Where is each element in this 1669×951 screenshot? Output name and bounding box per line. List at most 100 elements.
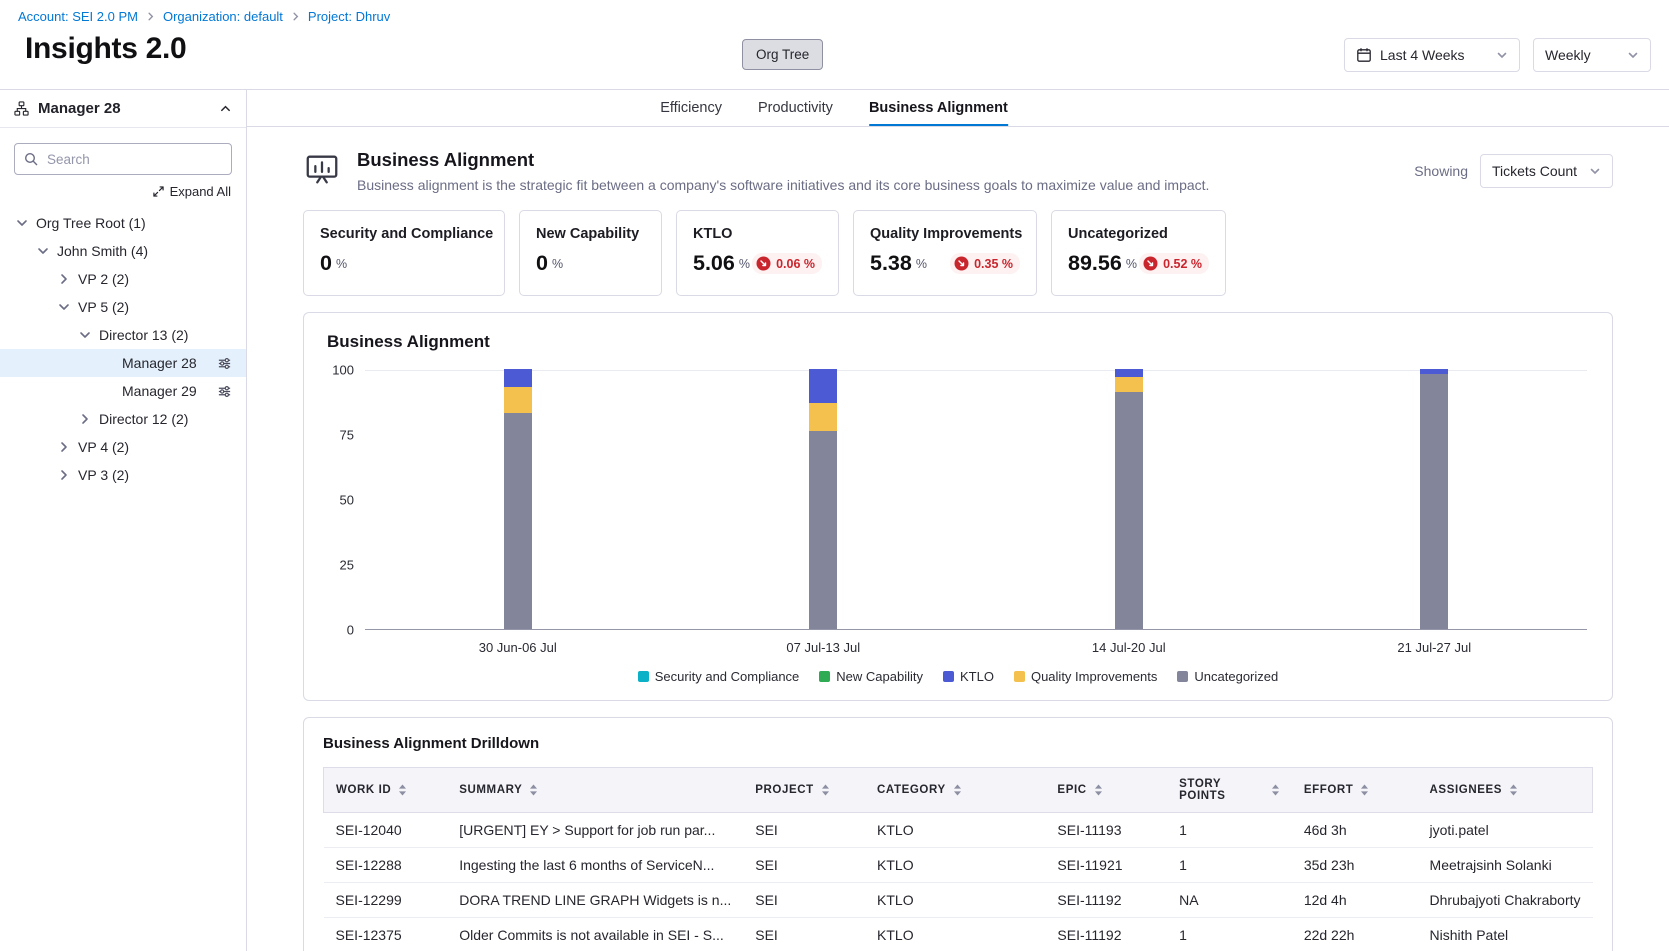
cell-story-points: 1 [1167,813,1292,848]
tree-item-manager-29[interactable]: Manager 29 [0,377,246,405]
sort-icon[interactable] [821,784,830,796]
chevron-up-icon[interactable] [219,102,232,115]
presentation-chart-icon [303,151,343,189]
tree-item-manager-28[interactable]: Manager 28 [0,349,246,377]
tree-item-label: VP 5 (2) [78,299,129,315]
tree-item-vp-3-2[interactable]: VP 3 (2) [0,461,246,489]
tree-item-vp-4-2[interactable]: VP 4 (2) [0,433,246,461]
bar-segment-ktlo[interactable] [809,369,837,403]
tree-item-vp-2-2[interactable]: VP 2 (2) [0,265,246,293]
stat-card-unit: % [739,257,750,271]
column-header-summary[interactable]: SUMMARY [447,768,743,813]
search-input[interactable] [45,151,222,168]
column-header-epic[interactable]: EPIC [1045,768,1167,813]
date-range-select[interactable]: Last 4 Weeks [1344,38,1520,72]
legend-item-security-and-compliance[interactable]: Security and Compliance [638,669,800,684]
stat-card-security-and-compliance: Security and Compliance0% [303,210,505,296]
cell-project: SEI [743,813,865,848]
stat-card-unit: % [1126,257,1137,271]
chevron-down-icon[interactable] [37,245,49,257]
tree-item-label: Org Tree Root (1) [36,215,146,231]
stat-card-title: KTLO [693,226,822,242]
filter-icon[interactable] [217,384,232,399]
breadcrumb-link-organization-default[interactable]: Organization: default [163,9,283,24]
bar-segment-uncategorized[interactable] [1420,374,1448,629]
table-row: SEI-12375Older Commits is not available … [324,918,1593,951]
tree-item-vp-5-2[interactable]: VP 5 (2) [0,293,246,321]
bar-segment-ktlo[interactable] [504,369,532,387]
bar-segment-quality-improvements[interactable] [809,403,837,432]
stat-card-title: New Capability [536,226,645,242]
sort-icon[interactable] [1271,784,1280,796]
org-tree-button[interactable]: Org Tree [742,39,823,70]
tree-item-org-tree-root-1[interactable]: Org Tree Root (1) [0,209,246,237]
page-header: Account: SEI 2.0 PM Organization: default… [0,0,1669,90]
chevron-down-icon[interactable] [58,301,70,313]
showing-select[interactable]: Tickets Count [1480,154,1613,188]
cell-story-points: NA [1167,883,1292,918]
stacked-bar-21-jul-27-jul [1420,369,1448,629]
sort-icon[interactable] [1094,784,1103,796]
column-header-category[interactable]: CATEGORY [865,768,1045,813]
legend-item-new-capability[interactable]: New Capability [819,669,923,684]
legend-label: Quality Improvements [1031,669,1157,684]
column-header-work-id[interactable]: WORK ID [324,768,448,813]
chevron-right-icon[interactable] [79,413,91,425]
legend-swatch [1014,671,1025,682]
chevron-down-icon[interactable] [79,329,91,341]
cell-epic: SEI-11192 [1045,918,1167,951]
column-header-story-points[interactable]: STORY POINTS [1167,768,1292,813]
column-header-label: EFFORT [1304,784,1354,796]
legend-item-uncategorized[interactable]: Uncategorized [1177,669,1278,684]
stat-card-value: 5.38 [870,251,912,276]
sort-icon[interactable] [529,784,538,796]
cell-epic: SEI-11193 [1045,813,1167,848]
cell-category: KTLO [865,918,1045,951]
breadcrumb-link-project-dhruv[interactable]: Project: Dhruv [308,9,390,24]
column-header-assignees[interactable]: ASSIGNEES [1418,768,1593,813]
chevron-down-icon[interactable] [16,217,28,229]
x-axis-label: 30 Jun-06 Jul [365,640,671,655]
sort-icon[interactable] [1509,784,1518,796]
granularity-select[interactable]: Weekly [1533,38,1651,72]
tab-productivity[interactable]: Productivity [758,90,833,126]
tab-efficiency[interactable]: Efficiency [660,90,722,126]
column-header-label: WORK ID [336,784,391,796]
drilldown-title: Business Alignment Drilldown [323,735,1593,752]
legend-item-quality-improvements[interactable]: Quality Improvements [1014,669,1157,684]
bar-segment-ktlo[interactable] [1115,369,1143,377]
filter-icon[interactable] [217,356,232,371]
tree-item-director-12-2[interactable]: Director 12 (2) [0,405,246,433]
cell-project: SEI [743,918,865,951]
tab-business-alignment[interactable]: Business Alignment [869,90,1008,126]
stat-card-value: 5.06 [693,251,735,276]
bar-segment-quality-improvements[interactable] [1115,377,1143,393]
gridline [365,370,1587,371]
tree-item-john-smith-4[interactable]: John Smith (4) [0,237,246,265]
bar-segment-uncategorized[interactable] [504,413,532,629]
chevron-right-icon [145,11,156,22]
legend-item-ktlo[interactable]: KTLO [943,669,994,684]
sort-icon[interactable] [398,784,407,796]
stat-cards: Security and Compliance0%New Capability0… [303,210,1613,296]
chevron-down-icon [1496,49,1508,61]
sort-icon[interactable] [953,784,962,796]
drilldown-table: WORK ID SUMMARYPROJECTCATEGORYEPICSTORY P… [323,767,1593,951]
sort-icon[interactable] [1360,784,1369,796]
chevron-right-icon[interactable] [58,273,70,285]
chevron-right-icon[interactable] [58,441,70,453]
bar-segment-uncategorized[interactable] [809,431,837,629]
bar-segment-quality-improvements[interactable] [504,387,532,413]
stacked-bar-30-jun-06-jul [504,369,532,629]
tree-item-label: Director 13 (2) [99,327,188,343]
expand-icon [153,186,164,197]
y-axis-tick: 0 [347,623,354,638]
chevron-right-icon[interactable] [58,469,70,481]
breadcrumb-link-account-sei-2-0-pm[interactable]: Account: SEI 2.0 PM [18,9,138,24]
expand-all-button[interactable]: Expand All [15,184,231,199]
bar-segment-uncategorized[interactable] [1115,392,1143,629]
chart-card: Business Alignment 0255075100 30 Jun-06 … [303,312,1613,701]
column-header-effort[interactable]: EFFORT [1292,768,1418,813]
column-header-project[interactable]: PROJECT [743,768,865,813]
tree-item-director-13-2[interactable]: Director 13 (2) [0,321,246,349]
